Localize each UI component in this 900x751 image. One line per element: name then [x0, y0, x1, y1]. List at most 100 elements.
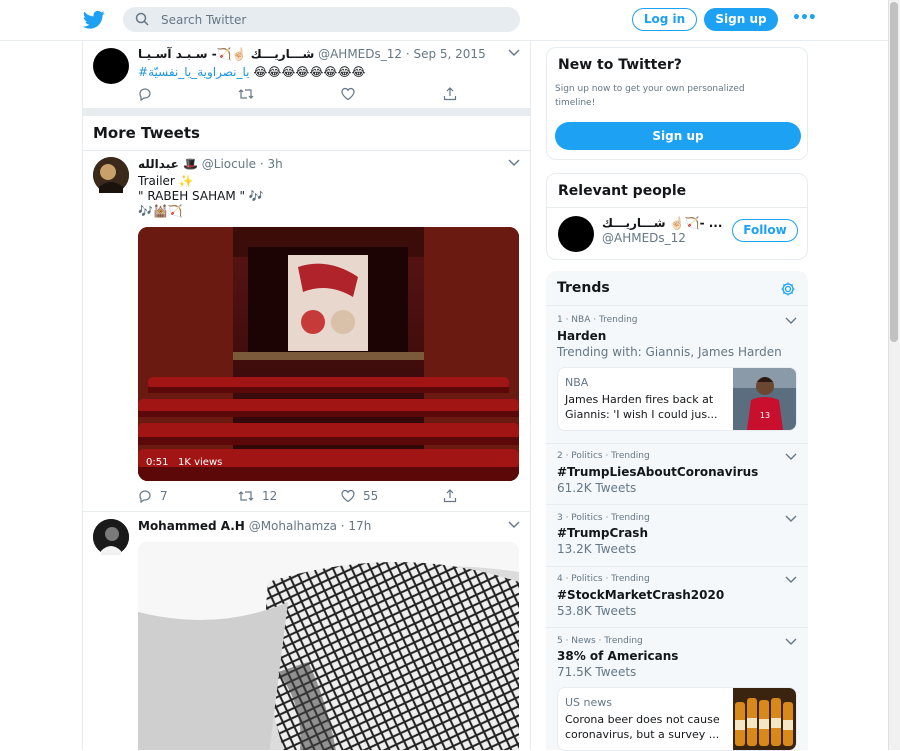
trend-news-card[interactable]: NBA James Harden fires back at Giannis: … [557, 367, 797, 431]
trend-meta: 4 · Politics · Trending [557, 574, 650, 584]
news-headline: Corona beer does not cause coronavirus, … [565, 713, 720, 741]
trend-tweet-count: 53.8K Tweets [557, 604, 637, 618]
divider [83, 511, 530, 512]
avatar[interactable] [93, 519, 129, 555]
trend-meta: 2 · Politics · Trending [557, 451, 650, 461]
person-handle[interactable]: @AHMEDs_12 [602, 231, 686, 245]
divider [546, 443, 808, 444]
tweet-text-line: " RABEH SAHAM " 🎶 [138, 189, 264, 203]
tweet-author-handle[interactable]: @Liocule · 3h [202, 157, 283, 171]
news-source: NBA [565, 376, 589, 389]
avatar[interactable] [93, 48, 129, 84]
tweet-header: شـــاريـــك ☝🏻🏹- سـبـد آسـيـا @AHMEDs_12… [138, 47, 486, 61]
signup-button[interactable]: Sign up [704, 8, 778, 31]
video-stats: 0:51 1K views [146, 457, 222, 468]
sidebar-signup-button[interactable]: Sign up [555, 122, 801, 150]
signup-card-subtitle: Sign up now to get your own personalized… [555, 84, 745, 108]
chevron-down-icon[interactable] [508, 521, 520, 529]
tweet-header: Mohammed A.H @Mohalhamza · 17h [138, 519, 371, 533]
chevron-down-icon[interactable] [508, 159, 520, 167]
svg-text:13: 13 [760, 411, 770, 420]
more-options-icon[interactable]: ••• [792, 10, 817, 26]
trend-name[interactable]: Harden [557, 329, 606, 343]
trend-name[interactable]: 38% of Americans [557, 649, 678, 663]
divider [546, 627, 808, 628]
follow-button[interactable]: Follow [732, 219, 798, 242]
trend-news-card[interactable]: US news Corona beer does not cause coron… [557, 687, 797, 751]
share-icon [443, 87, 457, 101]
retweet-button[interactable]: 12 [238, 488, 277, 504]
person-avatar[interactable] [558, 216, 594, 252]
trends-panel: Trends 1 · NBA · Trending Harden Trendin… [546, 271, 808, 751]
retweet-button[interactable] [238, 86, 254, 102]
tweet-author-name[interactable]: Mohammed A.H [138, 519, 245, 533]
search-box[interactable] [123, 7, 520, 32]
trend-subtitle: Trending with: Giannis, James Harden [557, 345, 782, 359]
retweet-icon [238, 491, 254, 501]
trend-name[interactable]: #TrumpCrash [557, 526, 648, 540]
tweet-text-line: Trailer ✨ [138, 174, 194, 188]
like-button[interactable] [341, 86, 355, 102]
share-button[interactable] [443, 488, 457, 504]
news-source: US news [565, 696, 612, 709]
tweet-actions: 7 12 55 [138, 488, 458, 504]
chevron-down-icon[interactable] [785, 638, 797, 646]
trend-tweet-count: 71.5K Tweets [557, 665, 637, 679]
chevron-down-icon[interactable] [785, 317, 797, 325]
reply-count: 7 [160, 489, 168, 503]
tweet-author-name[interactable]: عبدالله 🎩 [138, 157, 198, 171]
heart-icon [341, 87, 355, 101]
twitter-logo-icon[interactable] [83, 10, 105, 30]
top-bar: Log in Sign up ••• [0, 0, 888, 41]
chevron-down-icon[interactable] [785, 576, 797, 584]
keffiyeh-photo [138, 542, 519, 750]
news-thumbnail-image: 13 [733, 368, 796, 430]
gear-icon[interactable] [780, 281, 796, 297]
chevron-down-icon[interactable] [785, 515, 797, 523]
search-input[interactable] [161, 10, 501, 29]
tweet-video[interactable]: 0:51 1K views [138, 227, 519, 481]
news-headline: James Harden fires back at Giannis: 'I w… [565, 393, 718, 421]
more-tweets-heading: More Tweets [93, 124, 200, 142]
relevant-people-title: Relevant people [558, 183, 687, 199]
share-button[interactable] [443, 86, 457, 102]
divider [547, 207, 807, 208]
avatar-image [93, 157, 129, 193]
like-button[interactable]: 55 [341, 488, 378, 504]
avatar[interactable] [93, 157, 129, 193]
person-name[interactable]: شـــاريـــك ☝🏻🏹- ... [602, 216, 722, 230]
search-icon [135, 12, 149, 26]
trend-meta: 1 · NBA · Trending [557, 315, 638, 325]
tweet-author-handle[interactable]: @AHMEDs_12 · Sep 5, 2015 [318, 47, 486, 61]
reply-button[interactable] [138, 86, 152, 102]
divider [83, 150, 530, 151]
main-timeline: شـــاريـــك ☝🏻🏹- سـبـد آسـيـا @AHMEDs_12… [82, 41, 531, 750]
tweet-text: #يا_نصراوية_يا_نفسيّة 😂😂😂😂😂😂😂😂 [138, 65, 366, 79]
tweet-photo[interactable] [138, 542, 519, 750]
tweet-header: عبدالله 🎩 @Liocule · 3h [138, 157, 283, 171]
section-divider [83, 108, 530, 116]
relevant-people-card: Relevant people شـــاريـــك ☝🏻🏹- ... @AH… [546, 173, 808, 260]
like-count: 55 [363, 489, 379, 503]
divider [546, 305, 808, 306]
tweet-actions [138, 86, 458, 102]
trend-name[interactable]: #StockMarketCrash2020 [557, 588, 724, 602]
hashtag-link[interactable]: #يا_نصراوية_يا_نفسيّة [138, 65, 250, 79]
login-button[interactable]: Log in [632, 8, 697, 31]
scrollbar-thumb[interactable] [890, 2, 898, 342]
share-icon [443, 489, 457, 503]
tweet-author-handle[interactable]: @Mohalhamza · 17h [249, 519, 372, 533]
reply-button[interactable]: 7 [138, 488, 168, 504]
chevron-down-icon[interactable] [785, 453, 797, 461]
video-views: 1K views [178, 457, 223, 468]
tweet-text-line: 🎶🕍🏹 [138, 204, 183, 218]
trend-name[interactable]: #TrumpLiesAboutCoronavirus [557, 465, 758, 479]
retweet-count: 12 [262, 489, 278, 503]
chevron-down-icon[interactable] [508, 49, 520, 57]
retweet-icon [238, 89, 254, 99]
trend-tweet-count: 61.2K Tweets [557, 481, 637, 495]
trends-title: Trends [557, 280, 610, 296]
avatar-image [93, 519, 129, 555]
reply-icon [139, 490, 151, 503]
tweet-author-name[interactable]: شـــاريـــك ☝🏻🏹- سـبـد آسـيـا [138, 47, 314, 61]
